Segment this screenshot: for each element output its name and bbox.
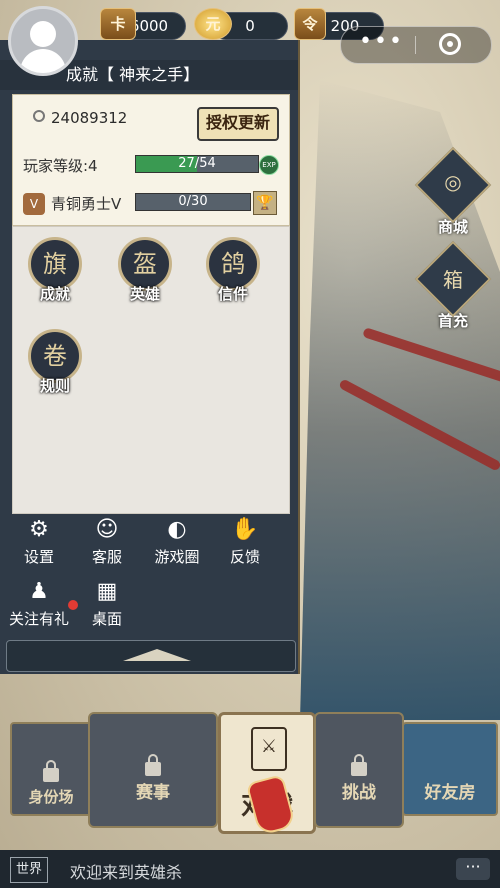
customer-service-button[interactable]: ☺ 客服	[80, 516, 134, 567]
feedback-label: 反馈	[229, 548, 260, 566]
user-id: 24089312	[33, 109, 127, 127]
events-label: 赛事	[136, 783, 170, 803]
game-circle-label: 游戏圈	[154, 548, 200, 566]
identity-mode-label: 身份场	[28, 788, 74, 806]
settings-button[interactable]: ⚙ 设置	[12, 516, 66, 567]
hero-label: 英雄	[129, 285, 160, 303]
trophy-icon[interactable]: 🏆	[253, 191, 277, 215]
friend-room-label: 好友房	[424, 783, 476, 803]
miniprogram-capsule: •••	[340, 26, 492, 64]
letter-button[interactable]: 鸽 信件	[203, 237, 263, 304]
shop-button[interactable]: ◎ 商城	[414, 146, 492, 237]
follow-gift-button[interactable]: ♟ 关注有礼	[0, 578, 78, 629]
medal-icon[interactable]: 令	[294, 8, 326, 40]
rank-progress-bar: 0/30	[135, 193, 251, 211]
customer-service-label: 客服	[91, 548, 122, 566]
hand-icon: ✋	[231, 517, 259, 542]
game-circle-icon: ◐	[167, 517, 187, 542]
bottom-menu: 身份场 赛事 ⚔ 对战 挑战 好友房	[0, 712, 500, 852]
person-icon: ♟	[29, 579, 49, 604]
profile-panel: 成就【 神来之手】 24089312 授权更新 玩家等级:4 27/54 EXP…	[0, 40, 300, 674]
chest-icon: 箱	[443, 268, 463, 292]
rules-button[interactable]: 卷 规则	[25, 329, 85, 396]
desktop-label: 桌面	[91, 610, 122, 628]
gear-icon: ⚙	[29, 517, 49, 542]
auth-update-button[interactable]: 授权更新	[197, 107, 279, 141]
profile-card: 24089312 授权更新 玩家等级:4 27/54 EXP V 青铜勇士V 0…	[12, 94, 290, 226]
lock-icon	[145, 754, 161, 776]
identity-mode-tab[interactable]: 身份场	[10, 722, 92, 816]
feedback-button[interactable]: ✋ 反馈	[218, 516, 272, 567]
world-channel-button[interactable]: 世界	[10, 857, 48, 883]
level-label: 玩家等级:4	[23, 157, 98, 175]
feature-grid: 旗 成就 盔 英雄 鸽 信件 卷 规则	[12, 226, 290, 514]
ingot-icon[interactable]: 元	[194, 8, 232, 40]
hero-button[interactable]: 盔 英雄	[115, 237, 175, 304]
chat-bar: 世界 欢迎来到英雄杀 ···	[0, 850, 500, 888]
more-icon[interactable]: •••	[359, 29, 404, 54]
follow-gift-label: 关注有礼	[8, 610, 69, 628]
headset-icon: ☺	[95, 517, 119, 542]
rules-label: 规则	[39, 377, 70, 395]
gold-card-icon[interactable]: 卡	[100, 8, 136, 40]
settings-label: 设置	[23, 548, 54, 566]
challenge-tab[interactable]: 挑战	[314, 712, 404, 828]
grid-plus-icon: ▦	[96, 579, 118, 604]
crossed-swords-icon: ⚔	[251, 727, 287, 771]
game-circle-button[interactable]: ◐ 游戏圈	[144, 516, 210, 567]
achievement-button[interactable]: 旗 成就	[25, 237, 85, 304]
lock-icon	[43, 760, 59, 782]
challenge-label: 挑战	[342, 783, 376, 803]
chevron-up-icon	[123, 649, 191, 661]
chat-more-button[interactable]: ···	[456, 858, 490, 880]
achievement-title: 成就【 神来之手】	[66, 65, 200, 84]
level-progress-text: 27/54	[178, 156, 216, 171]
avatar[interactable]	[8, 6, 78, 76]
achievement-label: 成就	[39, 285, 70, 303]
letter-label: 信件	[217, 285, 248, 303]
lock-icon	[351, 754, 367, 776]
exp-badge-icon: EXP	[259, 155, 279, 175]
rank-label: 青铜勇士V	[51, 195, 122, 213]
first-recharge-button[interactable]: 箱 首充	[414, 240, 492, 331]
rank-badge-icon: V	[23, 193, 45, 215]
events-tab[interactable]: 赛事	[88, 712, 218, 828]
capsule-divider	[415, 36, 416, 54]
desktop-button[interactable]: ▦ 桌面	[80, 578, 134, 629]
notification-dot	[68, 600, 78, 610]
close-target-icon[interactable]	[439, 33, 461, 55]
chat-message[interactable]: 欢迎来到英雄杀	[70, 859, 182, 883]
level-progress-bar: 27/54	[135, 155, 259, 173]
rank-progress-text: 0/30	[178, 194, 208, 209]
friend-room-tab[interactable]: 好友房	[402, 722, 498, 816]
collapse-panel-button[interactable]	[6, 640, 296, 672]
coin-icon: ◎	[444, 170, 462, 194]
